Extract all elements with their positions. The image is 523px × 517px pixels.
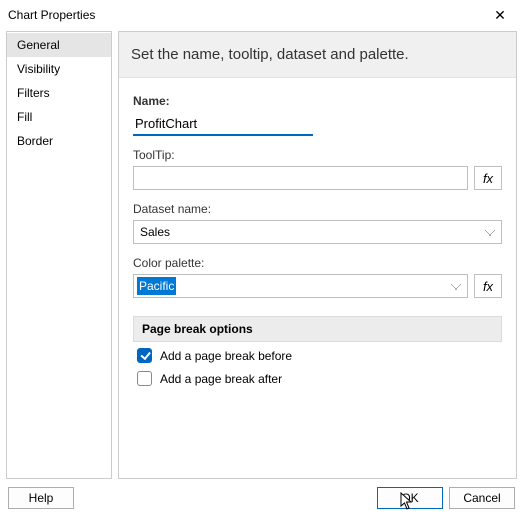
name-input[interactable] xyxy=(133,112,313,136)
palette-label: Color palette: xyxy=(133,256,502,270)
fx-icon: fx xyxy=(483,279,493,294)
page-break-after-checkbox[interactable] xyxy=(137,371,152,386)
tooltip-input[interactable] xyxy=(133,166,468,190)
window-title: Chart Properties xyxy=(8,8,485,22)
page-break-heading: Page break options xyxy=(133,316,502,342)
close-icon[interactable]: ✕ xyxy=(485,0,515,30)
page-break-before-label: Add a page break before xyxy=(160,349,292,363)
palette-expression-button[interactable]: fx xyxy=(474,274,502,298)
instruction-text: Set the name, tooltip, dataset and palet… xyxy=(119,32,516,78)
page-break-after-row[interactable]: Add a page break after xyxy=(133,365,502,388)
palette-select[interactable] xyxy=(133,274,468,298)
dataset-label: Dataset name: xyxy=(133,202,502,216)
sidebar-item-label: Visibility xyxy=(17,62,60,76)
sidebar-item-visibility[interactable]: Visibility xyxy=(7,57,111,81)
page-break-before-row[interactable]: Add a page break before xyxy=(133,342,502,365)
dataset-select[interactable]: Sales xyxy=(133,220,502,244)
dialog-body: General Visibility Filters Fill Border S… xyxy=(0,30,523,483)
sidebar-item-general[interactable]: General xyxy=(7,33,111,57)
sidebar-item-fill[interactable]: Fill xyxy=(7,105,111,129)
tooltip-label: ToolTip: xyxy=(133,148,502,162)
tooltip-expression-button[interactable]: fx xyxy=(474,166,502,190)
titlebar: Chart Properties ✕ xyxy=(0,0,523,30)
ok-button-label: OK xyxy=(401,491,418,505)
sidebar-item-label: Filters xyxy=(17,86,50,100)
sidebar-item-label: Fill xyxy=(17,110,32,124)
sidebar-item-label: General xyxy=(17,38,60,52)
page-break-after-label: Add a page break after xyxy=(160,372,282,386)
form-area: Name: ToolTip: fx Dataset name: Sales Co… xyxy=(119,78,516,388)
sidebar-item-label: Border xyxy=(17,134,53,148)
page-break-before-checkbox[interactable] xyxy=(137,348,152,363)
sidebar: General Visibility Filters Fill Border xyxy=(6,31,112,479)
ok-button[interactable]: OK xyxy=(377,487,443,509)
help-button[interactable]: Help xyxy=(8,487,74,509)
fx-icon: fx xyxy=(483,171,493,186)
main-panel: Set the name, tooltip, dataset and palet… xyxy=(118,31,517,479)
cancel-button[interactable]: Cancel xyxy=(449,487,515,509)
sidebar-item-border[interactable]: Border xyxy=(7,129,111,153)
sidebar-item-filters[interactable]: Filters xyxy=(7,81,111,105)
footer: Help OK Cancel xyxy=(0,483,523,517)
name-label: Name: xyxy=(133,94,502,108)
